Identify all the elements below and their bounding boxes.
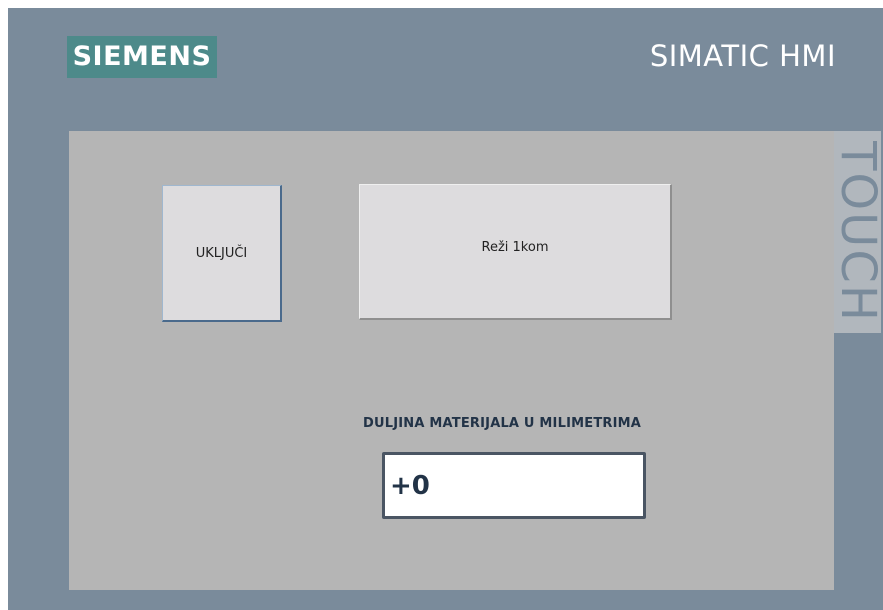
on-button-label: UKLJUČI — [195, 245, 248, 261]
siemens-logo: SIEMENS — [67, 36, 217, 78]
material-length-label: DULJINA MATERIJALA U MILIMETRIMA — [363, 416, 642, 431]
touch-side-strip: TOUCH — [834, 131, 881, 333]
cut-one-piece-button[interactable]: Reži 1kom — [359, 184, 672, 320]
cut-button-label: Reži 1kom — [481, 240, 549, 255]
material-length-field[interactable]: +0 — [382, 452, 646, 519]
product-title: SIMATIC HMI — [649, 39, 836, 73]
hmi-panel-frame: SIEMENS SIMATIC HMI TOUCH UKLJUČI Reži 1… — [8, 8, 883, 610]
hmi-screen: UKLJUČI Reži 1kom DULJINA MATERIJALA U M… — [69, 131, 834, 590]
on-button[interactable]: UKLJUČI — [162, 185, 282, 322]
touch-label: TOUCH — [834, 141, 881, 323]
